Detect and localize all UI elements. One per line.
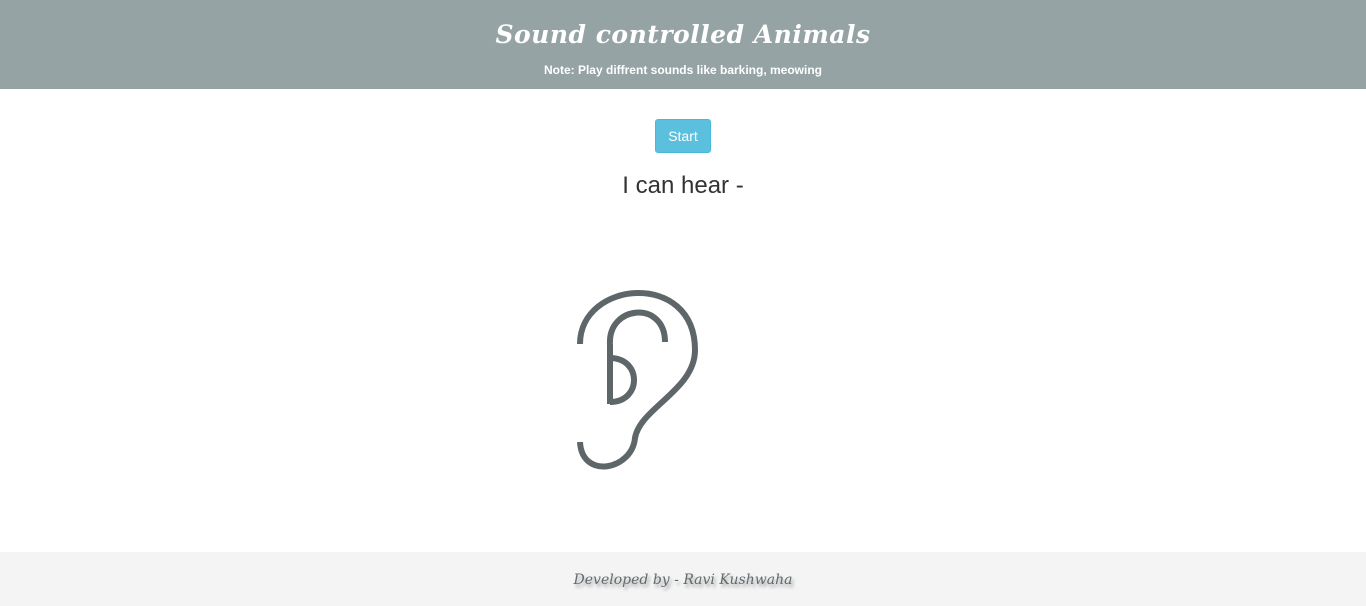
ear-icon	[577, 290, 698, 470]
page-header: Sound controlled Animals Note: Play diff…	[0, 0, 1366, 89]
page-title: Sound controlled Animals	[495, 20, 871, 49]
developer-credit: Developed by - Ravi Kushwaha	[573, 572, 793, 588]
page-footer: Developed by - Ravi Kushwaha	[0, 552, 1366, 606]
hear-status-text: I can hear -	[622, 172, 744, 199]
start-button[interactable]: Start	[655, 119, 711, 153]
page-note: Note: Play diffrent sounds like barking,…	[543, 63, 823, 77]
